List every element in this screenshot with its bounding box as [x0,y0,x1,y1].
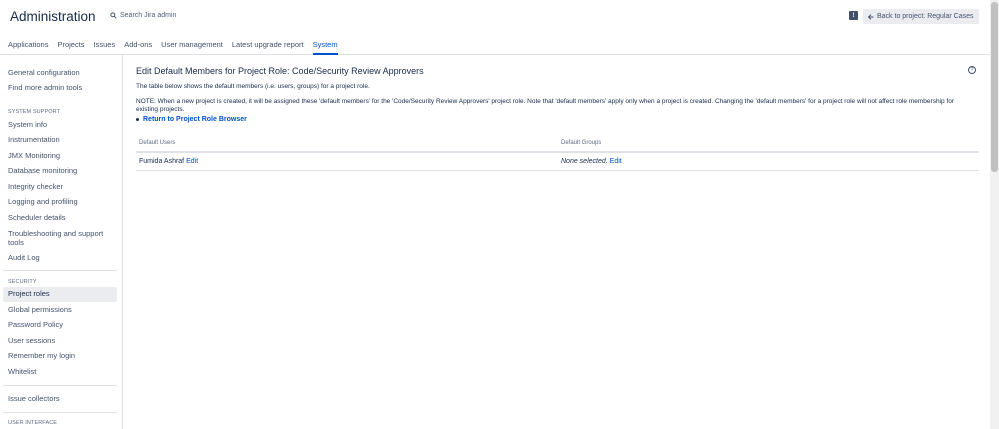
sidebar-item-integrity-checker[interactable]: Integrity checker [3,180,117,195]
sidebar-heading-user-interface: USER INTERFACE [8,420,58,426]
help-icon[interactable]: ? [968,66,976,74]
default-groups-value: None selected. [561,158,608,165]
sidebar-item-find-more-admin-tools[interactable]: Find more admin tools [3,81,117,96]
sidebar-item-user-sessions[interactable]: User sessions [3,334,117,349]
edit-users-link[interactable]: Edit [186,158,198,165]
sidebar-divider [3,385,117,386]
default-users-cell: Fumida Ashraf Edit [139,158,198,165]
tab-add-ons[interactable]: Add-ons [124,40,152,55]
back-button-label: Back to project: Regular Cases [877,13,974,20]
sidebar-item-issue-collectors[interactable]: Issue collectors [3,392,117,407]
tab-projects[interactable]: Projects [57,40,84,55]
sidebar-item-instrumentation[interactable]: Instrumentation [3,133,117,148]
search-icon [110,12,117,19]
table-row: Fumida Ashraf Edit None selected. Edit [136,154,979,171]
col-default-users: Default Users [139,140,176,146]
admin-tabs: Applications Projects Issues Add-ons Use… [8,40,347,55]
return-to-role-browser-link[interactable]: Return to Project Role Browser [136,116,247,123]
tab-user-management[interactable]: User management [161,40,223,55]
edit-groups-link[interactable]: Edit [610,158,622,165]
table-header: Default Users Default Groups [136,136,979,153]
sidebar-item-whitelist[interactable]: Whitelist [3,365,117,380]
sidebar-item-logging-and-profiling[interactable]: Logging and profiling [3,195,117,210]
sidebar-item-password-policy[interactable]: Password Policy [3,318,117,333]
search-placeholder: Search Jira admin [120,12,177,19]
scrollbar-thumb[interactable] [991,2,998,172]
sidebar-item-database-monitoring[interactable]: Database monitoring [3,164,117,179]
page-title: Administration [10,9,96,24]
default-user-name: Fumida Ashraf [139,158,185,165]
sidebar-heading-system-support: SYSTEM SUPPORT [8,109,61,115]
bullet-icon [136,118,139,121]
search-input[interactable]: Search Jira admin [110,12,176,19]
role-page-title: Edit Default Members for Project Role: C… [136,66,424,76]
col-default-groups: Default Groups [561,140,602,146]
sidebar-item-remember-my-login[interactable]: Remember my login [3,349,117,364]
return-link-label: Return to Project Role Browser [143,116,247,123]
page-header: Administration Search Jira admin ! Back … [0,0,990,55]
sidebar-divider [3,270,117,271]
sidebar-item-system-info[interactable]: System info [3,118,117,133]
feedback-icon[interactable]: ! [849,11,858,20]
sidebar-item-troubleshooting[interactable]: Troubleshooting and support tools [3,228,117,249]
sidebar-heading-security: SECURITY [8,279,37,285]
tab-latest-upgrade-report[interactable]: Latest upgrade report [232,40,304,55]
role-description: The table below shows the default member… [136,83,370,90]
back-arrow-icon [868,13,874,20]
back-to-project-button[interactable]: Back to project: Regular Cases [863,9,979,24]
sidebar-item-global-permissions[interactable]: Global permissions [3,303,117,318]
sidebar-item-scheduler-details[interactable]: Scheduler details [3,211,117,226]
role-note: NOTE: When a new project is created, it … [136,98,955,113]
page-scrollbar[interactable] [990,0,999,429]
sidebar: General configuration Find more admin to… [0,55,123,429]
sidebar-item-jmx-monitoring[interactable]: JMX Monitoring [3,149,117,164]
tab-applications[interactable]: Applications [8,40,48,55]
tab-system[interactable]: System [312,40,338,55]
default-groups-cell: None selected. Edit [561,158,622,165]
tab-issues[interactable]: Issues [94,40,116,55]
sidebar-item-audit-log[interactable]: Audit Log [3,251,117,266]
sidebar-divider [3,412,117,413]
sidebar-item-project-roles[interactable]: Project roles [3,287,117,302]
sidebar-item-general-configuration[interactable]: General configuration [3,66,117,81]
